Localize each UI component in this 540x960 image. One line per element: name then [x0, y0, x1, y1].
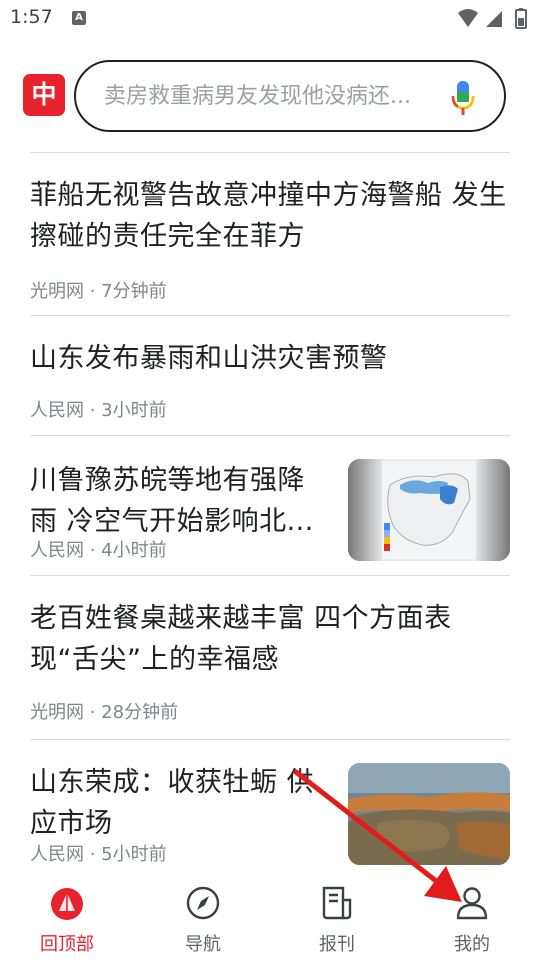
nav-profile[interactable]: 我的 — [417, 884, 527, 956]
search-box[interactable]: 卖房救重病男友发现他没病还... — [74, 60, 506, 132]
mic-icon[interactable] — [450, 80, 476, 116]
news-title: 老百姓餐桌越来越丰富 四个方面表现“舌尖”上的幸福感 — [30, 603, 452, 675]
news-title: 山东发布暴雨和山洪灾害预警 — [30, 343, 388, 374]
status-icons — [456, 8, 530, 30]
back-to-top-icon — [51, 888, 83, 920]
news-item[interactable]: 山东荣成：收获牡蛎 供应市场 人民网 · 5小时前 — [30, 740, 510, 874]
profile-icon — [456, 887, 488, 920]
newspaper-icon — [322, 886, 352, 920]
nav-label: 回顶部 — [40, 934, 94, 955]
news-title: 川鲁豫苏皖等地有强降雨 冷空气开始影响北... — [30, 465, 314, 537]
news-meta: 光明网 · 28分钟前 — [30, 702, 179, 723]
news-title: 菲船无视警告故意冲撞中方海警船 发生擦碰的责任完全在菲方 — [30, 180, 507, 252]
news-meta: 光明网 · 7分钟前 — [30, 281, 167, 302]
status-time: 1:57 — [10, 6, 53, 28]
news-feed: 菲船无视警告故意冲撞中方海警船 发生擦碰的责任完全在菲方 光明网 · 7分钟前 … — [30, 152, 510, 874]
search-row: 中 卖房救重病男友发现他没病还... — [0, 60, 540, 132]
news-item[interactable]: 老百姓餐桌越来越丰富 四个方面表现“舌尖”上的幸福感 光明网 · 28分钟前 — [30, 576, 510, 739]
notification-icon: A — [72, 11, 86, 25]
nav-back-to-top[interactable]: 回顶部 — [12, 884, 122, 956]
nav-navigation[interactable]: 导航 — [148, 884, 258, 956]
nav-label: 导航 — [185, 934, 221, 955]
status-bar: 1:57 A — [0, 0, 540, 38]
news-item[interactable]: 菲船无视警告故意冲撞中方海警船 发生擦碰的责任完全在菲方 光明网 · 7分钟前 — [30, 153, 510, 315]
news-meta: 人民网 · 4小时前 — [30, 540, 167, 561]
signal-icon — [486, 11, 502, 27]
news-meta: 人民网 · 3小时前 — [30, 400, 167, 421]
weather-map-thumbnail[interactable] — [348, 459, 510, 561]
nav-newspapers[interactable]: 报刊 — [282, 884, 392, 956]
compass-icon — [186, 886, 220, 920]
news-title: 山东荣成：收获牡蛎 供应市场 — [30, 767, 315, 839]
oyster-harvest-thumbnail[interactable] — [348, 763, 510, 865]
app-logo[interactable]: 中 — [23, 74, 65, 116]
wifi-icon — [458, 9, 478, 27]
nav-label: 报刊 — [319, 934, 355, 955]
news-meta: 人民网 · 5小时前 — [30, 844, 167, 865]
bottom-nav: 回顶部 导航 报刊 我的 — [0, 872, 540, 960]
nav-label: 我的 — [454, 934, 490, 955]
news-item[interactable]: 川鲁豫苏皖等地有强降雨 冷空气开始影响北... 人民网 · 4小时前 — [30, 436, 510, 575]
news-item[interactable]: 山东发布暴雨和山洪灾害预警 人民网 · 3小时前 — [30, 316, 510, 435]
screen: 1:57 A 中 卖房救重病男友发现他没病还... 菲船无视警告故意冲撞中方海警… — [0, 0, 540, 960]
search-input[interactable]: 卖房救重病男友发现他没病还... — [104, 82, 454, 112]
